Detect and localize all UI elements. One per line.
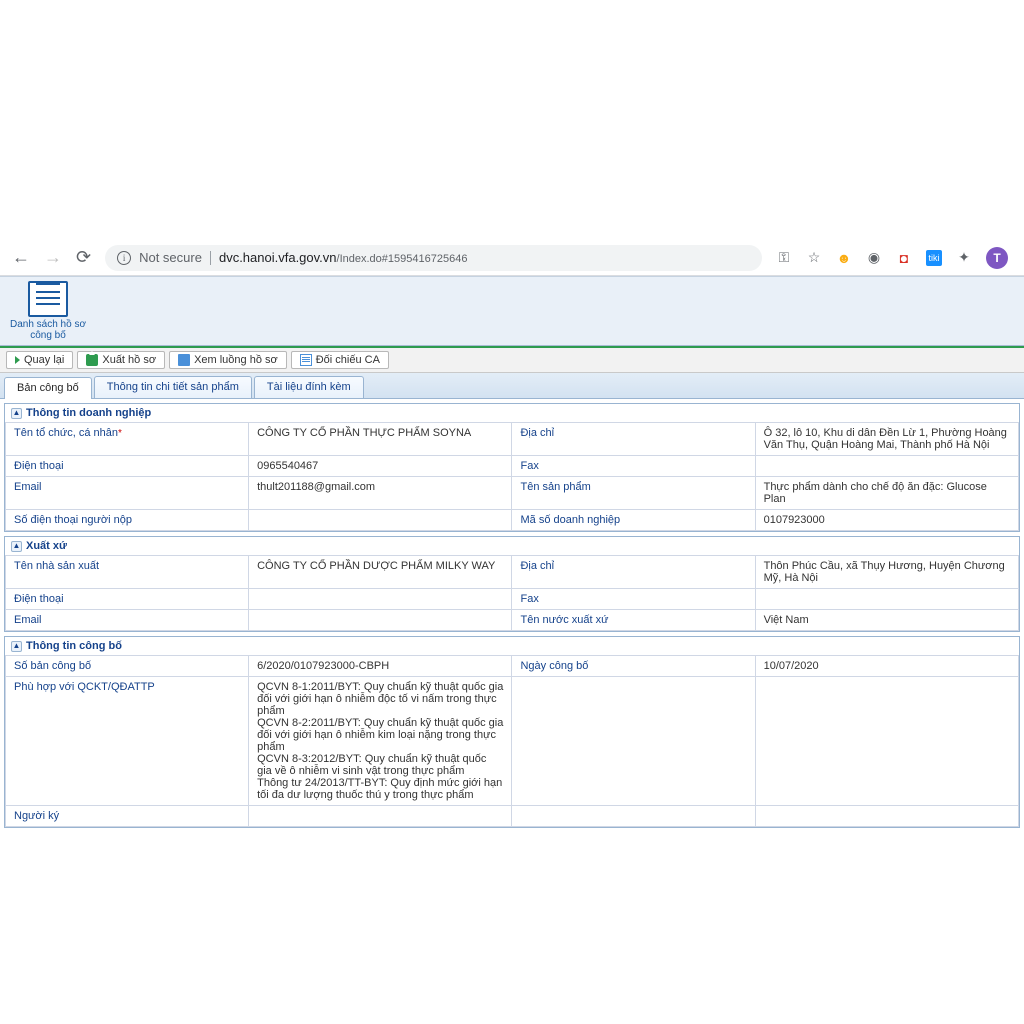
origin-fax-value [755,589,1018,610]
org-name-label: Tên tổ chức, cá nhân [6,423,249,456]
origin-fax-label: Fax [512,589,755,610]
site-info-icon[interactable]: i [117,251,131,265]
divider [210,251,211,265]
declaration-date-value: 10/07/2020 [755,656,1018,677]
key-icon[interactable]: ⚿ [776,250,792,266]
origin-phone-label: Điện thoại [6,589,249,610]
compare-ca-button[interactable]: Đối chiếu CA [291,351,389,369]
email-value: thult201188@gmail.com [249,477,512,510]
tab-declaration[interactable]: Bản công bố [4,377,92,399]
flow-label: Xem luồng hồ sơ [194,354,278,366]
collapse-icon[interactable]: ▲ [11,541,22,552]
view-flow-button[interactable]: Xem luồng hồ sơ [169,351,287,369]
bookmark-icon[interactable]: ☆ [806,250,822,266]
company-panel: ▲ Thông tin doanh nghiệp Tên tổ chức, cá… [4,403,1020,532]
back-icon [15,356,20,364]
signer-label: Người ký [6,806,249,827]
export-label: Xuất hồ sơ [102,354,156,366]
nav-back-icon[interactable]: ← [12,247,30,268]
back-button[interactable]: Quay lại [6,351,73,369]
origin-panel: ▲ Xuất xứ Tên nhà sản xuất CÔNG TY CỔ PH… [4,536,1020,632]
record-list-button[interactable]: Danh sách hồ sơ công bố [8,281,88,345]
profile-avatar[interactable]: T [986,247,1008,269]
announcement-panel-title: Thông tin công bố [26,640,122,652]
company-grid: Tên tổ chức, cá nhân CÔNG TY CỔ PHẦN THỰ… [5,422,1019,531]
back-label: Quay lại [24,354,64,366]
address-bar[interactable]: i Not secure dvc.hanoi.vfa.gov.vn/Index.… [105,245,762,271]
declaration-no-label: Số bản công bố [6,656,249,677]
flow-icon [178,354,190,366]
record-list-label: Danh sách hồ sơ công bố [8,319,88,341]
phone-label: Điện thoại [6,456,249,477]
address-value: Ô 32, lô 10, Khu di dân Đền Lừ 1, Phường… [755,423,1018,456]
origin-address-label: Địa chỉ [512,556,755,589]
nav-forward-icon[interactable]: → [44,247,62,268]
declaration-date-label: Ngày công bố [512,656,755,677]
phone-value: 0965540467 [249,456,512,477]
export-button[interactable]: Xuất hồ sơ [77,351,165,369]
origin-panel-header[interactable]: ▲ Xuất xứ [5,537,1019,555]
origin-panel-title: Xuất xứ [26,540,67,552]
fax-value [755,456,1018,477]
collapse-icon[interactable]: ▲ [11,641,22,652]
extension-icon-2[interactable]: ◉ [866,250,882,266]
extension-icon-3[interactable]: ◘ [896,250,912,266]
declaration-no-value: 6/2020/0107923000-CBPH [249,656,512,677]
announcement-grid: Số bản công bố 6/2020/0107923000-CBPH Ng… [5,655,1019,827]
tab-attachments[interactable]: Tài liệu đính kèm [254,376,364,398]
conformity-label: Phù hợp với QCKT/QĐATTP [6,677,249,806]
product-value: Thực phẩm dành cho chế độ ăn đặc: Glucos… [755,477,1018,510]
submitter-phone-label: Số điện thoại người nộp [6,510,249,531]
security-status: Not secure [139,250,202,265]
submitter-phone-value [249,510,512,531]
collapse-icon[interactable]: ▲ [11,408,22,419]
company-panel-title: Thông tin doanh nghiệp [26,407,151,419]
action-toolbar: Quay lại Xuất hồ sơ Xem luồng hồ sơ Đối … [0,348,1024,373]
company-panel-header[interactable]: ▲ Thông tin doanh nghiệp [5,404,1019,422]
email-label: Email [6,477,249,510]
chrome-actions: ⚿ ☆ ☻ ◉ ◘ tiki ✦ T [776,247,1012,269]
document-list-icon [28,281,68,317]
origin-email-label: Email [6,610,249,631]
conformity-value: QCVN 8-1:2011/BYT: Quy chuẩn kỹ thuật qu… [249,677,512,806]
origin-phone-value [249,589,512,610]
compare-label: Đối chiếu CA [316,354,380,366]
browser-toolbar: ← → ⟳ i Not secure dvc.hanoi.vfa.gov.vn/… [0,240,1024,276]
origin-grid: Tên nhà sản xuất CÔNG TY CỔ PHẦN DƯỢC PH… [5,555,1019,631]
extension-icon-1[interactable]: ☻ [836,250,852,266]
enterprise-code-label: Mã số doanh nghiệp [512,510,755,531]
empty-label [512,677,755,806]
export-icon [86,354,98,366]
url-display: dvc.hanoi.vfa.gov.vn/Index.do#1595416725… [219,250,467,265]
tab-product-detail[interactable]: Thông tin chi tiết sản phẩm [94,376,252,398]
country-value: Việt Nam [755,610,1018,631]
compare-icon [300,354,312,366]
app-header: Danh sách hồ sơ công bố [0,276,1024,346]
country-label: Tên nước xuất xứ [512,610,755,631]
empty-label-2 [512,806,755,827]
origin-email-value [249,610,512,631]
announcement-panel: ▲ Thông tin công bố Số bản công bố 6/202… [4,636,1020,828]
tab-bar: Bản công bố Thông tin chi tiết sản phẩm … [0,373,1024,399]
extension-icon-4[interactable]: tiki [926,250,942,266]
extensions-puzzle-icon[interactable]: ✦ [956,250,972,266]
org-name-value: CÔNG TY CỔ PHẦN THỰC PHẨM SOYNA [249,423,512,456]
manufacturer-label: Tên nhà sản xuất [6,556,249,589]
product-label: Tên sản phẩm [512,477,755,510]
fax-label: Fax [512,456,755,477]
origin-address-value: Thôn Phúc Cầu, xã Thụy Hương, Huyện Chươ… [755,556,1018,589]
signer-value [249,806,512,827]
enterprise-code-value: 0107923000 [755,510,1018,531]
manufacturer-value: CÔNG TY CỔ PHẦN DƯỢC PHẨM MILKY WAY [249,556,512,589]
address-label: Địa chỉ [512,423,755,456]
empty-value [755,677,1018,806]
reload-icon[interactable]: ⟳ [76,247,91,268]
empty-value-2 [755,806,1018,827]
announcement-panel-header[interactable]: ▲ Thông tin công bố [5,637,1019,655]
